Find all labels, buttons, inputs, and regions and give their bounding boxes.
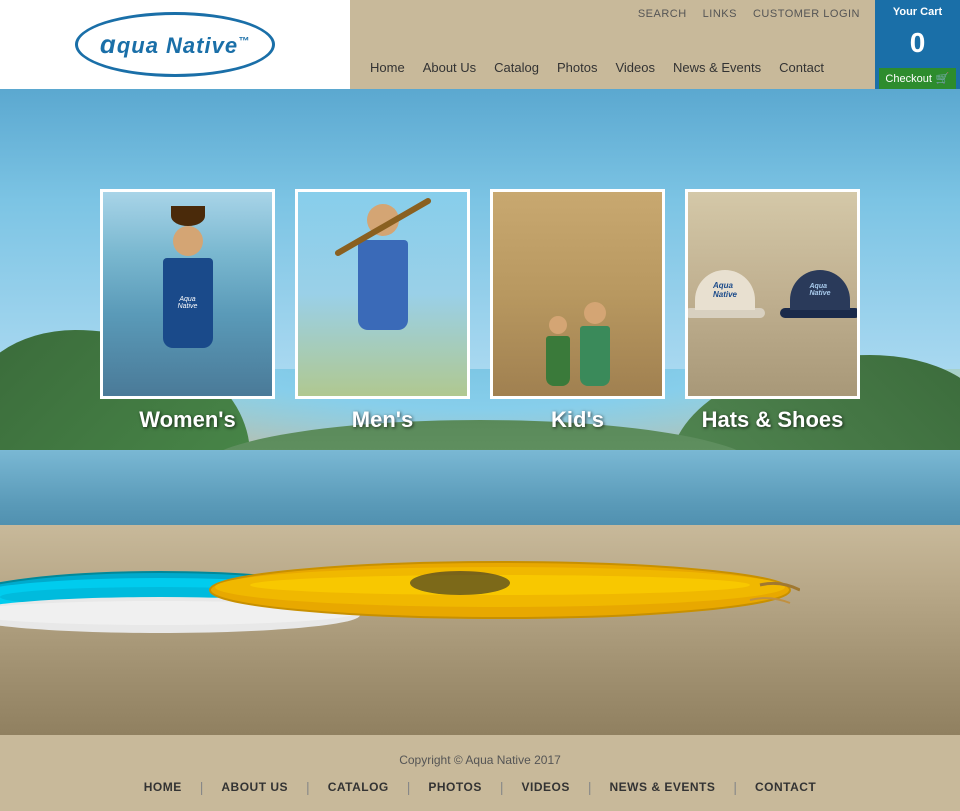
checkout-button[interactable]: Checkout 🛒 [879,68,956,89]
product-card-hats[interactable]: AquaNative AquaNative Hats & Shoes [685,189,860,433]
links-link[interactable]: LINKS [703,8,737,20]
hero-section: AquaNative Women's Men's [0,89,960,735]
cart-label: Your Cart [893,6,942,18]
product-label-mens: Men's [352,407,413,433]
product-card-kids[interactable]: Kid's [490,189,665,433]
footer-nav-about-us[interactable]: ABOUT US [203,780,306,794]
nav-about-us[interactable]: About Us [423,60,476,75]
footer-nav-home[interactable]: HOME [126,780,200,794]
product-label-kids: Kid's [551,407,604,433]
cart-icon: 🛒 [936,72,950,85]
footer-nav-photos[interactable]: PHOTOS [410,780,499,794]
kayak-yellow [200,525,800,635]
nav-news-events[interactable]: News & Events [673,60,761,75]
footer-nav-news-events[interactable]: NEWS & EVENTS [591,780,733,794]
footer-nav-catalog[interactable]: CATALOG [310,780,407,794]
customer-login-link[interactable]: CUSTOMER LOGIN [753,8,860,20]
site-header: ɑqua Native™ SEARCH LINKS CUSTOMER LOGIN… [0,0,960,89]
product-image-mens [295,189,470,399]
logo[interactable]: ɑqua Native™ [75,12,275,77]
site-footer: Copyright © Aqua Native 2017 HOME | ABOU… [0,735,960,811]
footer-nav: HOME | ABOUT US | CATALOG | PHOTOS | VID… [0,779,960,795]
footer-nav-contact[interactable]: CONTACT [737,780,834,794]
product-card-womens[interactable]: AquaNative Women's [100,189,275,433]
product-image-hats: AquaNative AquaNative [685,189,860,399]
header-right: SEARCH LINKS CUSTOMER LOGIN Home About U… [350,0,960,89]
product-label-hats: Hats & Shoes [702,407,844,433]
product-image-kids [490,189,665,399]
main-nav: Home About Us Catalog Photos Videos News… [370,60,950,81]
logo-text: ɑqua Native™ [100,29,250,60]
footer-nav-videos[interactable]: VIDEOS [503,780,587,794]
nav-videos[interactable]: Videos [615,60,655,75]
top-links: SEARCH LINKS CUSTOMER LOGIN [370,8,950,20]
search-link[interactable]: SEARCH [638,8,687,20]
logo-area: ɑqua Native™ [0,0,350,89]
product-image-womens: AquaNative [100,189,275,399]
nav-photos[interactable]: Photos [557,60,597,75]
products-area: AquaNative Women's Men's [0,189,960,433]
nav-catalog[interactable]: Catalog [494,60,539,75]
footer-copyright: Copyright © Aqua Native 2017 [0,753,960,767]
nav-home[interactable]: Home [370,60,405,75]
cart-widget: Your Cart 0 Checkout 🛒 [875,0,960,89]
product-card-mens[interactable]: Men's [295,189,470,433]
cart-count: 0 [910,29,926,57]
nav-contact[interactable]: Contact [779,60,824,75]
product-label-womens: Women's [139,407,236,433]
checkout-label: Checkout [885,73,931,85]
